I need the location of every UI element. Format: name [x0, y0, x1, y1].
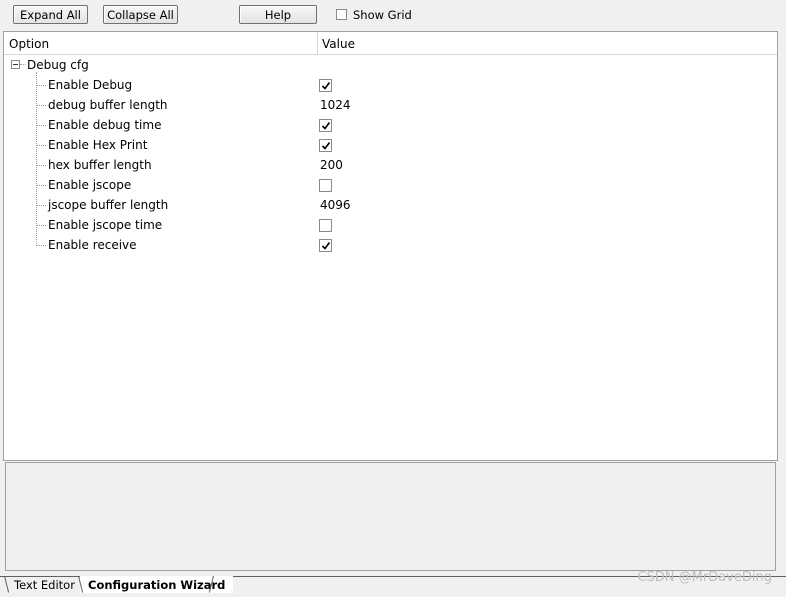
tree-connector [36, 205, 46, 206]
options-grid: Option Value Debug cfg Enable Debug debug… [3, 31, 778, 461]
show-grid-label: Show Grid [353, 8, 412, 22]
option-label: jscope buffer length [48, 198, 169, 212]
tree-connector [36, 225, 46, 226]
option-label: Enable debug time [48, 118, 162, 132]
column-divider[interactable] [317, 32, 318, 54]
show-grid-checkbox[interactable] [336, 9, 347, 20]
checkmark-icon [321, 241, 330, 250]
tree-connector [36, 185, 46, 186]
option-row[interactable]: debug buffer length 1024 [4, 95, 777, 115]
option-label: Enable Debug [48, 78, 133, 92]
tab-text-editor[interactable]: Text Editor [4, 576, 85, 593]
column-header-option[interactable]: Option [9, 37, 49, 51]
option-checkbox[interactable] [319, 219, 332, 232]
option-checkbox[interactable] [319, 139, 332, 152]
checkmark-icon [321, 121, 330, 130]
option-value[interactable]: 4096 [320, 198, 351, 212]
description-panel [5, 462, 776, 571]
checkmark-icon [321, 141, 330, 150]
tree-connector [36, 85, 46, 86]
tree-connector [36, 105, 46, 106]
option-checkbox[interactable] [319, 79, 332, 92]
tree-connector [36, 165, 46, 166]
column-header-value[interactable]: Value [322, 37, 355, 51]
tree-connector [36, 145, 46, 146]
option-label: Enable receive [48, 238, 137, 252]
option-value[interactable]: 200 [320, 158, 343, 172]
expand-all-button[interactable]: Expand All [13, 5, 88, 24]
collapse-toggle-icon[interactable] [11, 60, 20, 69]
option-value[interactable]: 1024 [320, 98, 351, 112]
tree-connector [36, 125, 46, 126]
option-row[interactable]: Enable Debug [4, 75, 777, 95]
option-checkbox[interactable] [319, 179, 332, 192]
option-row[interactable]: Enable receive [4, 235, 777, 255]
grid-header: Option Value [4, 32, 777, 55]
option-row[interactable]: hex buffer length 200 [4, 155, 777, 175]
option-label: Enable Hex Print [48, 138, 148, 152]
option-row[interactable]: jscope buffer length 4096 [4, 195, 777, 215]
option-checkbox[interactable] [319, 119, 332, 132]
tree-connector [36, 245, 46, 246]
help-button[interactable]: Help [239, 5, 317, 24]
option-label: hex buffer length [48, 158, 152, 172]
option-row[interactable]: Enable debug time [4, 115, 777, 135]
option-label: debug buffer length [48, 98, 168, 112]
option-label: Enable jscope time [48, 218, 163, 232]
option-row[interactable]: Enable jscope [4, 175, 777, 195]
group-debug-cfg[interactable]: Debug cfg [27, 58, 89, 72]
collapse-all-button[interactable]: Collapse All [103, 5, 178, 24]
checkmark-icon [321, 81, 330, 90]
option-label: Enable jscope [48, 178, 132, 192]
tree-connector [20, 64, 26, 65]
option-row[interactable]: Enable jscope time [4, 215, 777, 235]
watermark: CSDN @MrDaveDing [637, 570, 772, 585]
option-checkbox[interactable] [319, 239, 332, 252]
option-row[interactable]: Enable Hex Print [4, 135, 777, 155]
